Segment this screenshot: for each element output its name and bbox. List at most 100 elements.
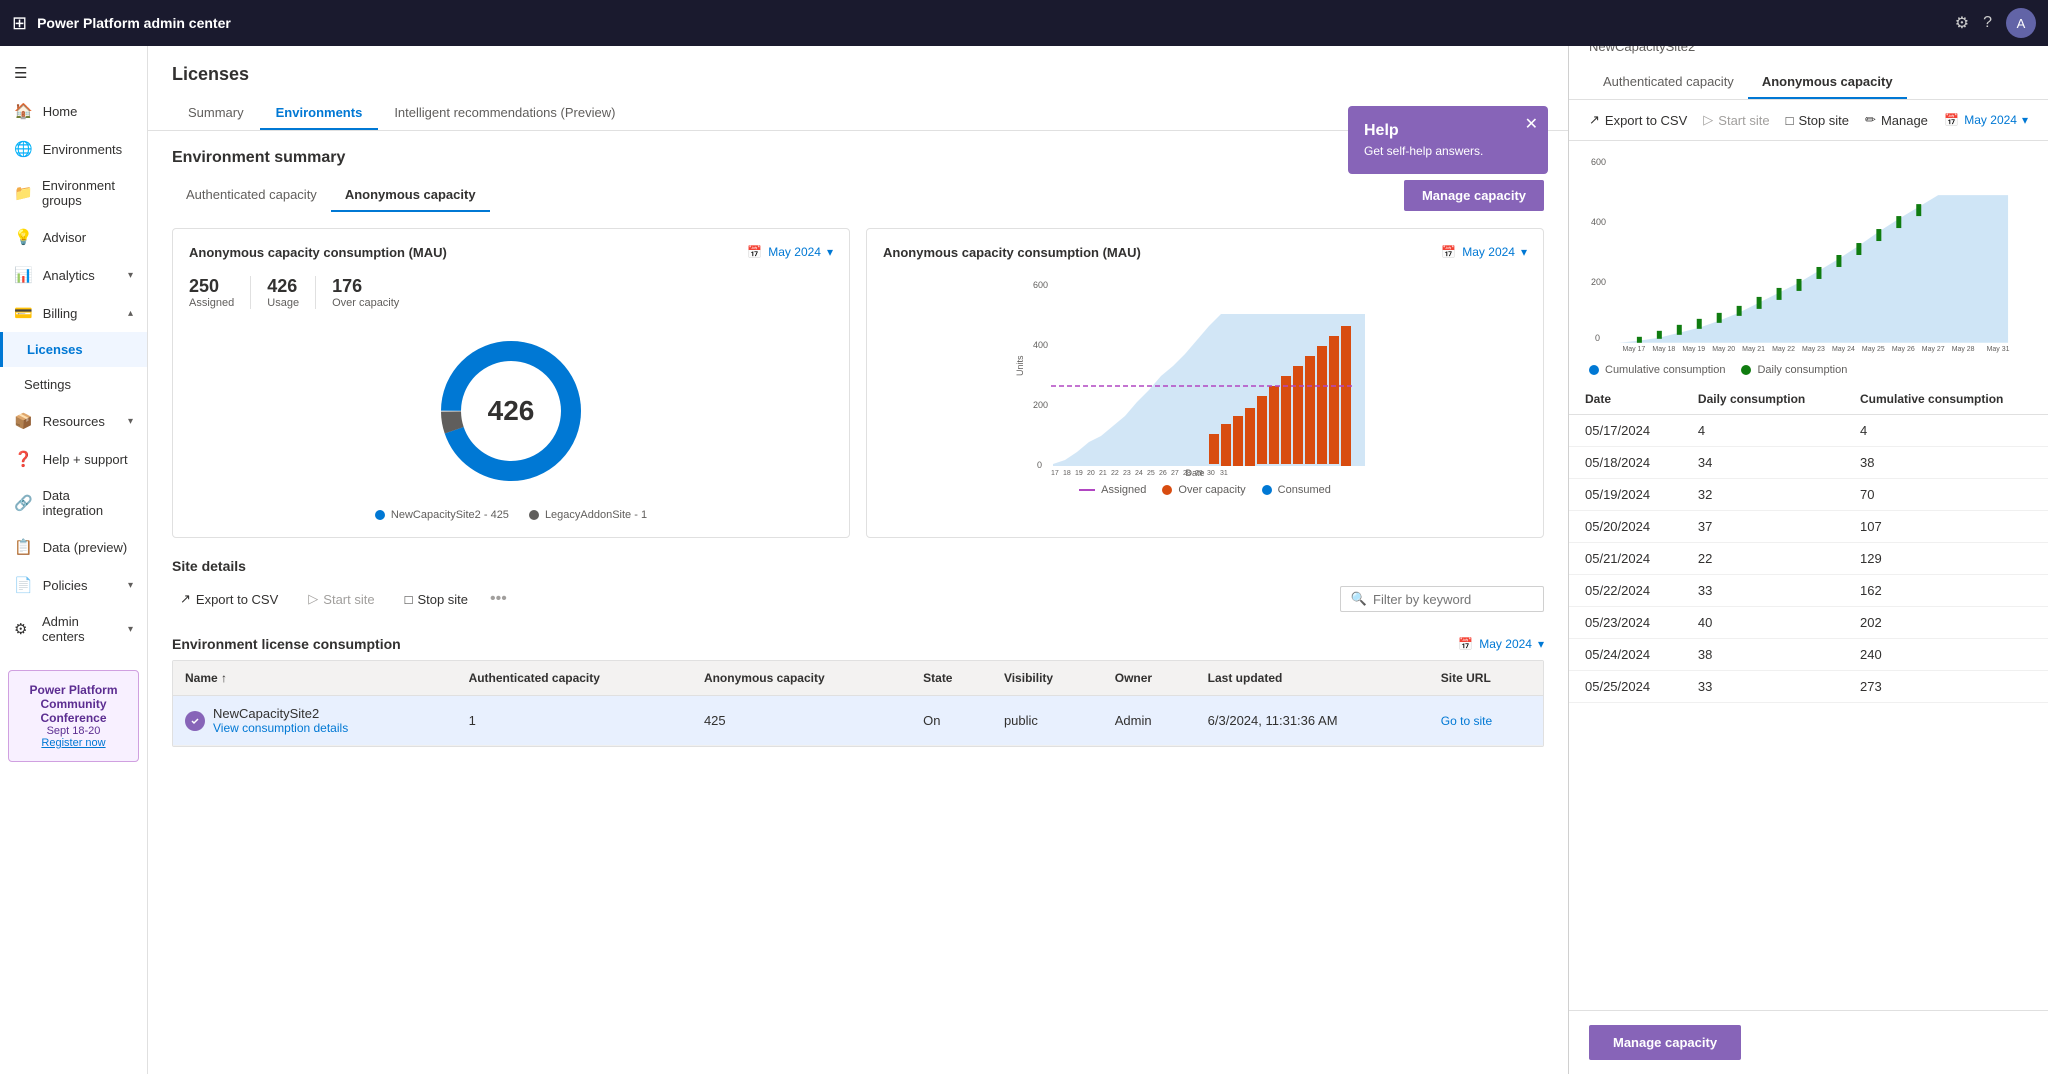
svg-text:600: 600 (1591, 157, 1606, 167)
sidebar-item-policies[interactable]: 📄 Policies ▾ (0, 566, 147, 604)
col-visibility[interactable]: Visibility (992, 661, 1103, 696)
rp-manage-capacity-button[interactable]: Manage capacity (1589, 1025, 1741, 1060)
rp-cell-cumulative: 240 (1844, 639, 2048, 671)
search-box[interactable]: 🔍 (1340, 586, 1544, 612)
cell-auth-capacity: 1 (457, 696, 692, 746)
rp-cell-daily: 34 (1682, 447, 1844, 479)
rp-table-row: 05/23/2024 40 202 (1569, 607, 2048, 639)
rp-cell-cumulative: 162 (1844, 575, 2048, 607)
help-popup: ✕ Help Get self-help answers. (1348, 106, 1548, 174)
rp-legend-cumulative: Cumulative consumption (1589, 364, 1725, 376)
sidebar-item-help-support[interactable]: ❓ Help + support (0, 440, 147, 478)
sidebar-item-environments[interactable]: 🌐 Environments (0, 130, 147, 168)
grid-icon[interactable]: ⊞ (12, 13, 27, 34)
row-status-icon (185, 711, 205, 731)
help-icon[interactable]: ? (1983, 14, 1992, 32)
search-input[interactable] (1373, 592, 1533, 607)
resources-icon: 📦 (14, 412, 33, 430)
rp-date-filter[interactable]: 📅 May 2024 ▾ (1944, 113, 2028, 127)
cell-last-updated: 6/3/2024, 11:31:36 AM (1196, 696, 1429, 746)
sidebar-hamburger[interactable]: ☰ (0, 54, 147, 92)
sidebar-item-settings[interactable]: Settings (0, 367, 147, 402)
tab-environments[interactable]: Environments (260, 97, 379, 130)
table-date-label: May 2024 (1479, 637, 1532, 651)
col-last-updated[interactable]: Last updated (1196, 661, 1429, 696)
start-site-button[interactable]: ▷ Start site (300, 587, 382, 611)
sidebar-item-analytics[interactable]: 📊 Analytics ▾ (0, 256, 147, 294)
site-details-section: Site details ↗ Export to CSV ▷ Start sit… (148, 538, 1568, 612)
settings-icon[interactable]: ⚙ (1955, 13, 1969, 33)
svg-text:600: 600 (1033, 280, 1048, 290)
register-link[interactable]: Register now (21, 737, 126, 749)
view-consumption-link[interactable]: View consumption details (213, 721, 348, 735)
stop-icon: □ (405, 592, 413, 607)
rp-export-csv-button[interactable]: ↗ Export to CSV (1589, 112, 1687, 128)
rp-tabs: Authenticated capacity Anonymous capacit… (1589, 66, 2028, 99)
svg-text:May 21: May 21 (1742, 346, 1765, 353)
sidebar-item-environment-groups[interactable]: 📁 Environment groups (0, 168, 147, 218)
sidebar-item-billing[interactable]: 💳 Billing ▴ (0, 294, 147, 332)
cell-owner: Admin (1103, 696, 1196, 746)
home-icon: 🏠 (14, 102, 33, 120)
cell-site-url[interactable]: Go to site (1429, 696, 1543, 746)
donut-date-selector[interactable]: 📅 May 2024 ▾ (747, 245, 833, 259)
sidebar-item-licenses[interactable]: Licenses (0, 332, 147, 367)
rp-chart-area: 600 400 200 0 May 17 May 18 May (1569, 141, 2048, 356)
col-owner[interactable]: Owner (1103, 661, 1196, 696)
rp-tab-anonymous[interactable]: Anonymous capacity (1748, 66, 1907, 99)
rp-cell-daily: 32 (1682, 479, 1844, 511)
bar-chart-legend: Assigned Over capacity Consumed (883, 484, 1527, 496)
col-state[interactable]: State (911, 661, 992, 696)
export-csv-button[interactable]: ↗ Export to CSV (172, 587, 286, 611)
rp-col-cumulative[interactable]: Cumulative consumption (1844, 384, 2048, 415)
svg-text:400: 400 (1033, 340, 1048, 350)
table-subheader-title: Environment license consumption (172, 636, 401, 652)
manage-capacity-button[interactable]: Manage capacity (1404, 180, 1544, 211)
cap-tab-authenticated[interactable]: Authenticated capacity (172, 179, 331, 212)
assigned-dash (1079, 489, 1095, 491)
rp-col-daily[interactable]: Daily consumption (1682, 384, 1844, 415)
rp-stop-site-button[interactable]: □ Stop site (1786, 113, 1849, 128)
rp-cell-date: 05/20/2024 (1569, 511, 1682, 543)
search-icon: 🔍 (1351, 591, 1367, 607)
sidebar-item-admin-centers[interactable]: ⚙ Admin centers ▾ (0, 604, 147, 654)
avatar[interactable]: A (2006, 8, 2036, 38)
tab-intelligent-recommendations[interactable]: Intelligent recommendations (Preview) (378, 97, 631, 130)
col-site-url[interactable]: Site URL (1429, 661, 1543, 696)
rp-cell-daily: 37 (1682, 511, 1844, 543)
sidebar-item-resources[interactable]: 📦 Resources ▾ (0, 402, 147, 440)
tab-summary[interactable]: Summary (172, 97, 260, 130)
more-options-button[interactable]: ••• (490, 590, 507, 608)
table-row[interactable]: NewCapacitySite2 View consumption detail… (173, 696, 1543, 746)
stat-usage-value: 426 (267, 276, 299, 297)
legend-legacy-addon-site: LegacyAddonSite - 1 (529, 509, 647, 521)
col-auth-capacity[interactable]: Authenticated capacity (457, 661, 692, 696)
donut-legend: NewCapacitySite2 - 425 LegacyAddonSite -… (189, 509, 833, 521)
svg-text:22: 22 (1111, 470, 1119, 476)
rp-table-row: 05/18/2024 34 38 (1569, 447, 2048, 479)
rp-tab-authenticated[interactable]: Authenticated capacity (1589, 66, 1748, 99)
sidebar-item-advisor[interactable]: 💡 Advisor (0, 218, 147, 256)
capacity-tabs-row: Authenticated capacity Anonymous capacit… (148, 179, 1568, 212)
rp-col-date[interactable]: Date (1569, 384, 1682, 415)
bar-date-selector[interactable]: 📅 May 2024 ▾ (1441, 245, 1527, 259)
export-icon: ↗ (180, 591, 191, 607)
cap-tab-anonymous[interactable]: Anonymous capacity (331, 179, 490, 212)
sidebar-item-data-integration[interactable]: 🔗 Data integration (0, 478, 147, 528)
rp-start-site-button[interactable]: ▷ Start site (1703, 112, 1769, 128)
donut-chart-card: Anonymous capacity consumption (MAU) 📅 M… (172, 228, 850, 538)
help-close-button[interactable]: ✕ (1525, 114, 1538, 134)
rp-cell-cumulative: 70 (1844, 479, 2048, 511)
main-content: ✕ Help Get self-help answers. Licenses S… (148, 46, 1568, 1074)
col-anon-capacity[interactable]: Anonymous capacity (692, 661, 911, 696)
svg-text:May 27: May 27 (1922, 346, 1945, 353)
col-name[interactable]: Name ↑ (173, 661, 457, 696)
rp-manage-button[interactable]: ✏ Manage (1865, 112, 1928, 128)
sidebar-item-home[interactable]: 🏠 Home (0, 92, 147, 130)
table-date-selector[interactable]: 📅 May 2024 ▾ (1458, 637, 1544, 651)
rp-cell-daily: 40 (1682, 607, 1844, 639)
stop-site-button[interactable]: □ Stop site (397, 588, 476, 611)
sidebar-item-data-preview[interactable]: 📋 Data (preview) (0, 528, 147, 566)
rp-cell-cumulative: 273 (1844, 671, 2048, 703)
rp-legend-daily: Daily consumption (1741, 364, 1847, 376)
